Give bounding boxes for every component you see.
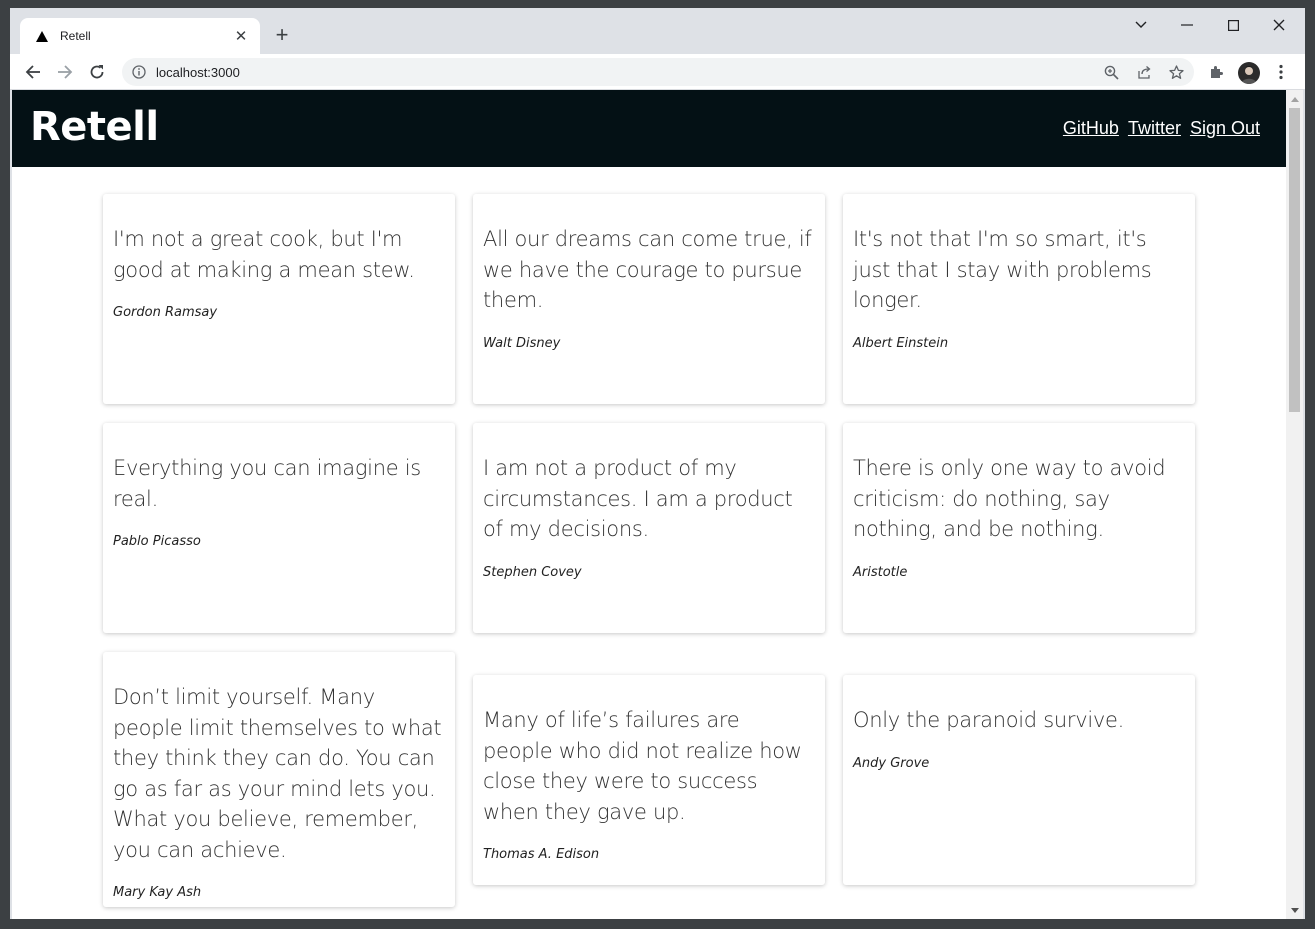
quote-card: There is only one way to avoid criticism…	[843, 423, 1195, 633]
quote-author: Walt Disney	[483, 335, 561, 351]
quote-text: Everything you can imagine is real.	[113, 456, 421, 511]
maximize-icon[interactable]	[1210, 14, 1256, 36]
site-brand[interactable]: Retell	[30, 104, 159, 150]
page-viewport: Retell GitHub Twitter Sign Out I'm not a…	[12, 90, 1286, 919]
quote-text: It's not that I'm so smart, it's just th…	[853, 227, 1152, 312]
quote-text: All our dreams can come true, if we have…	[483, 227, 812, 312]
quote-card: I am not a product of my circumstances. …	[473, 423, 825, 633]
arrow-left-icon[interactable]	[20, 59, 46, 85]
tab-search-chevron-icon[interactable]	[1118, 14, 1164, 36]
minimize-icon[interactable]	[1164, 14, 1210, 36]
quote-author: Albert Einstein	[853, 335, 949, 351]
quote-author: Andy Grove	[853, 755, 930, 771]
quote-card: Only the paranoid survive. Andy Grove	[843, 675, 1195, 885]
quote-text: I am not a product of my circumstances. …	[483, 456, 793, 541]
quote-card: Don’t limit yourself. Many people limit …	[103, 652, 455, 907]
close-window-icon[interactable]	[1256, 14, 1302, 36]
close-tab-icon[interactable]: ✕	[232, 27, 250, 45]
quote-text: Many of life’s failures are people who d…	[483, 708, 802, 824]
zoom-icon[interactable]	[1102, 63, 1120, 81]
quote-text: I'm not a great cook, but I'm good at ma…	[113, 227, 415, 282]
star-icon[interactable]	[1167, 63, 1185, 81]
nav-link-twitter[interactable]: Twitter	[1128, 118, 1181, 139]
browser-window: Retell ✕ + localhost:3000 Retell GitHub …	[10, 8, 1305, 919]
site-nav: GitHub Twitter Sign Out	[1063, 118, 1260, 139]
page-scrollbar[interactable]	[1286, 90, 1303, 919]
quote-card: I'm not a great cook, but I'm good at ma…	[103, 194, 455, 404]
quote-author: Aristotle	[853, 564, 908, 580]
triangle-icon	[34, 28, 50, 44]
puzzle-icon[interactable]	[1203, 59, 1229, 85]
quote-text: There is only one way to avoid criticism…	[853, 456, 1166, 541]
quote-card: All our dreams can come true, if we have…	[473, 194, 825, 404]
address-bar[interactable]: localhost:3000	[122, 58, 1194, 86]
site-header: Retell GitHub Twitter Sign Out	[12, 90, 1286, 167]
quote-author: Mary Kay Ash	[113, 885, 202, 900]
info-icon[interactable]	[132, 65, 146, 79]
nav-link-sign-out[interactable]: Sign Out	[1190, 118, 1260, 139]
new-tab-button[interactable]: +	[270, 24, 294, 48]
scroll-up-icon[interactable]	[1286, 92, 1303, 106]
share-icon[interactable]	[1135, 63, 1153, 81]
quote-author: Gordon Ramsay	[113, 305, 218, 320]
quote-text: Don’t limit yourself. Many people limit …	[113, 685, 442, 862]
quote-card: It's not that I'm so smart, it's just th…	[843, 194, 1195, 404]
quote-card: Everything you can imagine is real. Pabl…	[103, 423, 455, 633]
quote-author: Thomas A. Edison	[483, 847, 600, 862]
quote-author: Pablo Picasso	[113, 534, 201, 549]
reload-icon[interactable]	[84, 59, 110, 85]
scroll-down-icon[interactable]	[1286, 903, 1303, 917]
kebab-menu-icon[interactable]	[1268, 59, 1294, 85]
tab-title: Retell	[60, 29, 91, 43]
quote-card: Many of life’s failures are people who d…	[473, 675, 825, 885]
tab-strip: Retell ✕ +	[10, 8, 1305, 54]
quote-text: Only the paranoid survive.	[853, 708, 1124, 732]
browser-tab[interactable]: Retell ✕	[20, 18, 260, 54]
quote-author: Stephen Covey	[483, 564, 582, 580]
arrow-right-icon[interactable]	[52, 59, 78, 85]
browser-toolbar: localhost:3000	[10, 54, 1305, 90]
nav-link-github[interactable]: GitHub	[1063, 118, 1119, 139]
avatar[interactable]	[1238, 62, 1260, 84]
url-text: localhost:3000	[156, 64, 240, 80]
scroll-thumb[interactable]	[1289, 108, 1300, 412]
